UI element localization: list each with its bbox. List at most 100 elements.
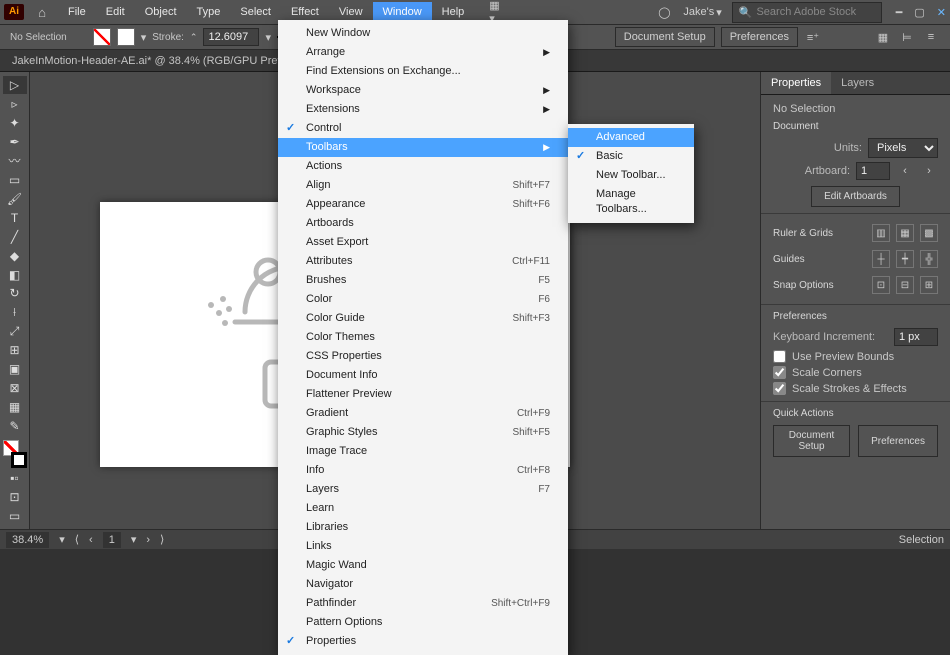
width-tool[interactable]: ⟊ [3, 303, 27, 321]
menu-item[interactable]: Image Trace [278, 442, 568, 461]
menu-file[interactable]: File [58, 2, 96, 22]
edit-artboards-button[interactable]: Edit Artboards [811, 186, 900, 207]
document-setup-button[interactable]: Document Setup [615, 27, 715, 47]
minimize-icon[interactable]: ━ [896, 6, 903, 19]
stroke-swatch[interactable] [117, 28, 135, 46]
menu-item[interactable]: Color Themes [278, 328, 568, 347]
artboard-nav[interactable]: 1 [103, 532, 121, 548]
guides-lock-icon[interactable]: ┿ [896, 250, 914, 268]
submenu-item[interactable]: Basic [568, 147, 694, 166]
menu-item[interactable]: Graphic StylesShift+F5 [278, 423, 568, 442]
guides-show-icon[interactable]: ┼ [872, 250, 890, 268]
menu-item[interactable]: Extensions▶ [278, 100, 568, 119]
document-tab[interactable]: JakeInMotion-Header-AE.ai* @ 38.4% (RGB/… [12, 55, 303, 67]
line-tool[interactable]: ╱ [3, 228, 27, 246]
artboard-prev-icon[interactable]: ‹ [896, 162, 914, 180]
menu-item[interactable]: Color GuideShift+F3 [278, 309, 568, 328]
rotate-tool[interactable]: ↻ [3, 284, 27, 302]
mesh-tool[interactable]: ⊠ [3, 379, 27, 397]
menu-item[interactable]: Toolbars▶ [278, 138, 568, 157]
menu-item[interactable]: BrushesF5 [278, 271, 568, 290]
menu-object[interactable]: Object [135, 2, 187, 22]
menu-item[interactable]: Actions [278, 157, 568, 176]
menu-item[interactable]: Navigator [278, 575, 568, 594]
grid-icon[interactable]: ▦ [896, 224, 914, 242]
home-icon[interactable]: ⌂ [32, 5, 52, 20]
fill-stroke-control[interactable] [3, 440, 27, 468]
eyedropper-tool[interactable]: ✎ [3, 417, 27, 435]
qa-doc-setup-button[interactable]: Document Setup [773, 425, 850, 457]
snap-grid-icon[interactable]: ⊞ [920, 276, 938, 294]
arrange-docs-icon[interactable]: ▦ ▾ [488, 3, 506, 21]
menu-item[interactable]: Pattern Options [278, 613, 568, 632]
submenu-item[interactable]: Advanced [568, 128, 694, 147]
learn-icon[interactable]: ◯ [655, 3, 673, 21]
menu-item[interactable]: Asset Export [278, 233, 568, 252]
menu-item[interactable]: Artboards [278, 214, 568, 233]
menu-item[interactable]: Arrange▶ [278, 43, 568, 62]
menu-item[interactable]: ColorF6 [278, 290, 568, 309]
prefs-toggle-icon[interactable]: ≡⁺ [804, 28, 822, 46]
menu-item[interactable]: Control [278, 119, 568, 138]
scale-corners-checkbox[interactable] [773, 366, 786, 379]
color-mode-icon[interactable]: ▪▫ [3, 469, 27, 487]
screen-mode-icon[interactable]: ▭ [3, 507, 27, 525]
type-tool[interactable]: T [3, 209, 27, 227]
menu-item[interactable]: Workspace▶ [278, 81, 568, 100]
preferences-button[interactable]: Preferences [721, 27, 798, 47]
stroke-weight-input[interactable] [203, 28, 259, 46]
menu-item[interactable]: Libraries [278, 518, 568, 537]
menu-item[interactable]: Find Extensions on Exchange... [278, 62, 568, 81]
menu-item[interactable]: Links [278, 537, 568, 556]
tab-layers[interactable]: Layers [831, 72, 884, 94]
draw-mode-icon[interactable]: ⊡ [3, 488, 27, 506]
smart-guides-icon[interactable]: ╬ [920, 250, 938, 268]
pen-tool[interactable]: ✒ [3, 133, 27, 151]
menu-item[interactable]: Flattener Preview [278, 385, 568, 404]
artboard-number-input[interactable] [856, 162, 890, 180]
submenu-item[interactable]: New Toolbar... [568, 166, 694, 185]
gradient-tool[interactable]: ▦ [3, 398, 27, 416]
menu-select[interactable]: Select [230, 2, 281, 22]
artboard-next-icon[interactable]: › [920, 162, 938, 180]
shape-builder-tool[interactable]: ⊞ [3, 341, 27, 359]
menu-item[interactable]: AttributesCtrl+F11 [278, 252, 568, 271]
close-icon[interactable]: ✕ [937, 6, 946, 19]
menu-effect[interactable]: Effect [281, 2, 329, 22]
menu-edit[interactable]: Edit [96, 2, 135, 22]
curvature-tool[interactable]: 〰 [3, 152, 27, 170]
menu-item[interactable]: AlignShift+F7 [278, 176, 568, 195]
units-select[interactable]: Pixels [868, 138, 938, 158]
menu-item[interactable]: LayersF7 [278, 480, 568, 499]
magic-wand-tool[interactable]: ✦ [3, 114, 27, 132]
workspace-switcher[interactable]: Jake's ▾ [677, 4, 727, 21]
menu-item[interactable]: Document Info [278, 366, 568, 385]
menu-item[interactable]: AppearanceShift+F6 [278, 195, 568, 214]
kb-increment-input[interactable] [894, 328, 938, 346]
menu-type[interactable]: Type [187, 2, 231, 22]
free-transform-tool[interactable]: ⤢ [3, 322, 27, 340]
submenu-item[interactable]: Manage Toolbars... [568, 185, 694, 219]
menu-window[interactable]: Window [373, 2, 432, 22]
menu-item[interactable]: New Window [278, 24, 568, 43]
use-preview-bounds-checkbox[interactable] [773, 350, 786, 363]
shaper-tool[interactable]: ◆ [3, 247, 27, 265]
ruler-icon[interactable]: ▥ [872, 224, 890, 242]
perspective-tool[interactable]: ▣ [3, 360, 27, 378]
rectangle-tool[interactable]: ▭ [3, 171, 27, 189]
menu-item[interactable]: Learn [278, 499, 568, 518]
fill-swatch[interactable] [93, 28, 111, 46]
menu-view[interactable]: View [329, 2, 373, 22]
scale-strokes-checkbox[interactable] [773, 382, 786, 395]
maximize-icon[interactable]: ▢ [914, 6, 924, 19]
menu-item[interactable]: GradientCtrl+F9 [278, 404, 568, 423]
selection-tool[interactable]: ▷ [3, 76, 27, 94]
menu-item[interactable]: Properties [278, 632, 568, 651]
align-panel-icon[interactable]: ▦ [874, 28, 892, 46]
menu-help[interactable]: Help [432, 2, 475, 22]
menu-item[interactable]: Magic Wand [278, 556, 568, 575]
panel-menu-icon[interactable]: ≡ [922, 28, 940, 46]
eraser-tool[interactable]: ◧ [3, 266, 27, 284]
snap-point-icon[interactable]: ⊟ [896, 276, 914, 294]
qa-preferences-button[interactable]: Preferences [858, 425, 938, 457]
